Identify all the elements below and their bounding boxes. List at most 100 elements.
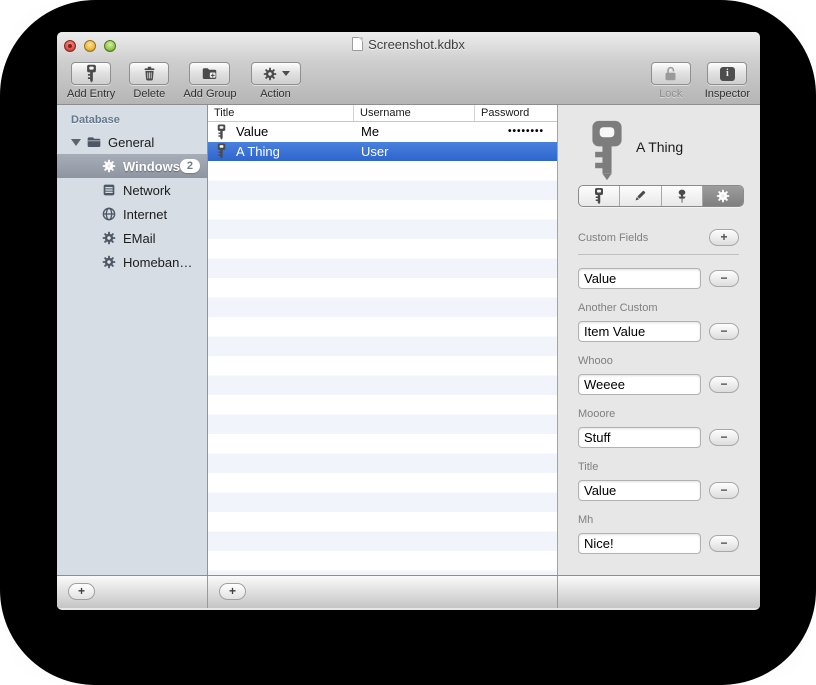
add-group-button[interactable]: Add Group xyxy=(183,62,237,100)
bottom-bar-table-section: + xyxy=(208,576,558,608)
action-label: Action xyxy=(260,88,291,100)
tab-notes[interactable] xyxy=(620,186,662,206)
inspector-scroll-area: A Thing Custom Fields + Value − Another … xyxy=(558,105,759,557)
sidebar-item-internet[interactable]: Internet xyxy=(57,202,207,226)
inspector-button[interactable]: i Inspector xyxy=(705,62,750,100)
remove-field-button[interactable]: − xyxy=(709,535,739,552)
custom-field-value-input[interactable] xyxy=(578,268,701,289)
window-chrome: Screenshot.kdbx Add Entry Delete Add Gro… xyxy=(57,32,760,105)
app-window: Screenshot.kdbx Add Entry Delete Add Gro… xyxy=(57,32,760,610)
custom-field-group: Mh − xyxy=(578,514,739,554)
tab-attachments[interactable] xyxy=(662,186,703,206)
action-button[interactable]: Action xyxy=(250,62,301,100)
sidebar-item-label: Internet xyxy=(123,206,168,222)
entry-username-cell: Me xyxy=(361,124,380,140)
server-icon xyxy=(101,182,117,198)
remove-field-button[interactable]: − xyxy=(709,323,739,340)
entry-count-badge: 2 xyxy=(179,159,200,173)
column-header-password[interactable]: Password xyxy=(475,105,557,121)
column-header-username[interactable]: Username xyxy=(354,105,475,121)
gear-icon xyxy=(262,66,278,82)
tab-custom-fields[interactable] xyxy=(702,186,743,206)
sidebar-item-general[interactable]: General xyxy=(57,130,207,154)
inspector-panel: A Thing Custom Fields + Value − Another … xyxy=(558,105,759,575)
custom-field-group: Mooore − xyxy=(578,408,739,448)
custom-field-label: Mooore xyxy=(578,408,616,420)
custom-field-label: Whooo xyxy=(578,355,613,367)
custom-field-group: Another Custom − xyxy=(578,302,739,342)
custom-field-value-input[interactable] xyxy=(578,533,701,554)
pushpin-icon xyxy=(674,188,690,204)
custom-field-value-input[interactable] xyxy=(578,374,701,395)
gear-icon xyxy=(101,158,117,174)
sidebar-item-label: EMail xyxy=(123,230,156,246)
add-entry-label: Add Entry xyxy=(67,88,116,100)
sidebar-item-windows[interactable]: Windows 2 xyxy=(57,154,207,178)
remove-field-button[interactable]: − xyxy=(709,270,739,287)
key-icon xyxy=(215,124,228,140)
custom-fields-section-header: Custom Fields + xyxy=(578,229,739,246)
sidebar-item-homebanking[interactable]: Homeban… xyxy=(57,250,207,274)
custom-field-label: Another Custom xyxy=(578,302,658,314)
sidebar-item-label: General xyxy=(108,134,155,150)
remove-field-button[interactable]: − xyxy=(709,482,739,499)
section-divider xyxy=(578,254,739,255)
custom-field-value-input[interactable] xyxy=(578,321,701,342)
custom-field-label: Title xyxy=(578,461,599,473)
custom-field-group: − xyxy=(578,268,739,289)
custom-field-label: Mh xyxy=(578,514,594,526)
sidebar-header: Database xyxy=(71,114,120,126)
disclosure-triangle-icon[interactable] xyxy=(71,138,81,146)
add-entry-plus-button[interactable]: + xyxy=(219,583,246,600)
entry-username-cell: User xyxy=(361,143,389,159)
sidebar-item-label: Windows xyxy=(123,158,180,174)
add-entry-button[interactable]: Add Entry xyxy=(67,62,115,100)
titlebar[interactable]: Screenshot.kdbx xyxy=(57,32,760,58)
inspector-label: Inspector xyxy=(704,88,750,100)
document-icon xyxy=(352,37,364,51)
table-row[interactable]: Value Me •••••••• xyxy=(208,122,557,142)
empty-row-stripes xyxy=(208,161,557,575)
lock-label: Lock xyxy=(659,88,683,100)
custom-field-value-input[interactable] xyxy=(578,480,701,501)
remove-field-button[interactable]: − xyxy=(709,376,739,393)
delete-button[interactable]: Delete xyxy=(129,62,170,100)
entry-title-cell: Value xyxy=(236,124,269,140)
entry-password-cell: •••••••• xyxy=(508,126,545,138)
pencil-icon xyxy=(632,188,648,204)
key-icon xyxy=(594,187,604,205)
table-row-selected[interactable]: A Thing User xyxy=(208,141,557,161)
sidebar-item-email[interactable]: EMail xyxy=(57,226,207,250)
inspector-entry-title: A Thing xyxy=(636,139,684,155)
lock-open-icon xyxy=(662,65,679,82)
add-custom-field-button[interactable]: + xyxy=(709,229,739,246)
inspector-tab-bar xyxy=(578,185,744,207)
table-header: Title Username Password xyxy=(208,105,557,122)
sidebar-group-list: Database General Windows 2 Network Inter… xyxy=(57,105,208,575)
custom-field-value-input[interactable] xyxy=(578,427,701,448)
custom-fields-title: Custom Fields xyxy=(578,231,649,244)
key-icon xyxy=(215,143,228,159)
inspector-entry-header: A Thing xyxy=(558,105,759,181)
trash-icon xyxy=(141,65,158,82)
folder-icon xyxy=(86,134,102,150)
tab-general[interactable] xyxy=(579,186,621,206)
gear-icon xyxy=(715,188,731,204)
remove-field-button[interactable]: − xyxy=(709,429,739,446)
chevron-down-icon xyxy=(281,71,290,76)
window-drop-shadow: Screenshot.kdbx Add Entry Delete Add Gro… xyxy=(0,0,816,685)
add-group-label: Add Group xyxy=(183,88,237,100)
key-icon-large xyxy=(588,119,626,181)
bottom-bar-inspector-section xyxy=(558,576,760,608)
sidebar-item-network[interactable]: Network xyxy=(57,178,207,202)
column-header-title[interactable]: Title xyxy=(208,105,354,121)
sidebar-item-label: Network xyxy=(123,182,171,198)
folder-plus-icon xyxy=(200,65,219,82)
add-group-plus-button[interactable]: + xyxy=(68,583,95,600)
delete-label: Delete xyxy=(133,88,166,100)
globe-icon xyxy=(101,206,117,222)
gear-icon xyxy=(101,230,117,246)
bottom-bar-sidebar-section: + xyxy=(57,576,208,608)
gear-icon xyxy=(101,254,117,270)
custom-field-group: Title − xyxy=(578,461,739,501)
